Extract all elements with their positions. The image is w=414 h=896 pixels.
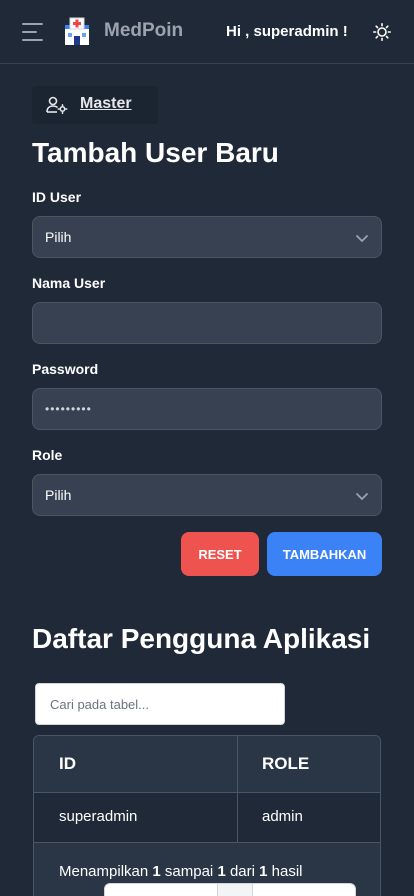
reset-button[interactable]: RESET — [181, 532, 259, 576]
brand-name: MedPoin — [104, 20, 184, 41]
user-settings-icon — [46, 96, 68, 114]
pagination-info: Menampilkan 1 sampai 1 dari 1 hasil — [59, 863, 303, 880]
cell-role: admin — [262, 808, 303, 825]
breadcrumb-master[interactable]: Master — [32, 86, 158, 124]
password-input[interactable]: ••••••••• — [32, 388, 382, 430]
theme-toggle-icon[interactable] — [373, 23, 391, 41]
current-page[interactable] — [217, 884, 253, 896]
password-label: Password — [32, 361, 99, 377]
table-footer: Menampilkan 1 sampai 1 dari 1 hasil — [34, 843, 380, 896]
chevron-down-icon — [356, 493, 368, 500]
add-user-button[interactable]: TAMBAHKAN — [267, 532, 382, 576]
role-label: Role — [32, 447, 63, 463]
id-user-select[interactable]: Pilih — [32, 216, 382, 258]
table-search-input[interactable]: Cari pada tabel... — [35, 683, 285, 725]
search-placeholder: Cari pada tabel... — [50, 696, 150, 712]
column-header-id[interactable]: ID — [59, 754, 76, 774]
id-user-label: ID User — [32, 189, 82, 205]
column-divider — [237, 736, 238, 842]
cell-id: superadmin — [59, 808, 138, 825]
chevron-down-icon — [356, 235, 368, 242]
password-value: ••••••••• — [45, 402, 92, 416]
menu-icon[interactable] — [22, 23, 43, 41]
role-value: Pilih — [45, 487, 72, 503]
role-select[interactable]: Pilih — [32, 474, 382, 516]
nama-user-input[interactable] — [32, 302, 382, 344]
form-title: Tambah User Baru — [32, 137, 279, 168]
top-bar: MedPoin Hi , superadmin ! — [0, 0, 414, 64]
nama-user-label: Nama User — [32, 275, 106, 291]
medpoin-logo — [65, 17, 89, 45]
table-header: ID ROLE — [34, 736, 380, 793]
user-greeting: Hi , superadmin ! — [226, 23, 348, 40]
column-header-role[interactable]: ROLE — [262, 754, 309, 774]
breadcrumb-label[interactable]: Master — [80, 95, 132, 113]
pagination-controls[interactable] — [104, 883, 356, 896]
table-row[interactable]: superadmin admin — [34, 793, 380, 843]
table-title: Daftar Pengguna Aplikasi — [32, 623, 371, 654]
users-table: ID ROLE superadmin admin Menampilkan 1 s… — [33, 735, 381, 896]
id-user-value: Pilih — [45, 229, 72, 245]
